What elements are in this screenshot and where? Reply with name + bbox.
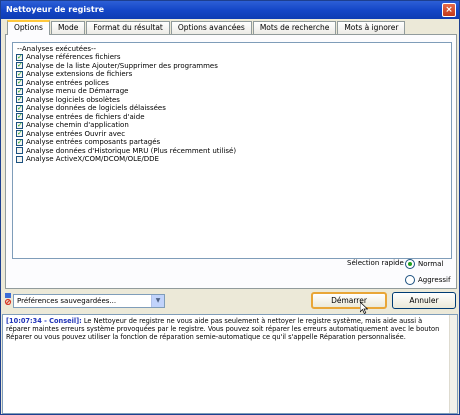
scan-option-label: Analyse menu de Démarrage [26,87,129,96]
scan-option-item[interactable]: ✓ Analyse de la liste Ajouter/Supprimer d… [16,62,236,71]
log-timestamp: [10:07:34 - Conseil]: [6,317,82,325]
chevron-down-icon[interactable]: ▼ [151,295,164,307]
scan-option-label: Analyse de la liste Ajouter/Supprimer de… [26,61,218,70]
scan-option-item[interactable]: ✓ Analyse données de logiciels délaissées [16,104,236,113]
tab-ignore-words[interactable]: Mots à ignorer [337,21,406,34]
scan-items: ✓ Analyse références fichiers ✓ Analyse de … [16,53,236,164]
tab-search-words[interactable]: Mots de recherche [252,21,337,34]
radio-normal-label: Normal [418,260,444,268]
start-button[interactable]: Démarrer [311,292,387,309]
registry-cleaner-window: Nettoyeur de registre × Options Mode For… [0,0,460,415]
scan-option-item[interactable]: ✓ Analyse logiciels obsolètes [16,96,236,105]
scan-option-item[interactable]: Analyse données d'Historique MRU (Plus r… [16,147,236,156]
scan-option-label: Analyse entrées composants partagés [26,138,161,147]
window-title: Nettoyeur de registre [6,5,105,14]
preferences-dropdown[interactable]: Préférences sauvegardées... ▼ [13,294,165,308]
tab-mode[interactable]: Mode [50,21,86,34]
quick-select-label: Sélection rapide [347,259,404,267]
scan-option-item[interactable]: Analyse ActiveX/COM/DCOM/OLE/DDE [16,155,236,164]
radio-aggressive[interactable]: Aggressif [405,275,450,285]
tab-advanced-options[interactable]: Options avancées [170,21,252,34]
scan-option-item[interactable]: ✓ Analyse entrées de fichiers d'aide [16,113,236,122]
scan-option-item[interactable]: ✓ Analyse chemin d'application [16,121,236,130]
log-output[interactable]: [10:07:34 - Conseil]: Le Nettoyeur de re… [2,314,458,414]
scan-option-label: Analyse logiciels obsolètes [26,95,120,104]
mouse-cursor-icon [360,302,368,314]
scan-option-item[interactable]: ✓ Analyse entrées Ouvrir avec [16,130,236,139]
tab-result-format[interactable]: Format du résultat [86,21,170,34]
cancel-button[interactable]: Annuler [392,292,456,309]
checkbox[interactable] [16,155,23,163]
radio-normal[interactable]: Normal [405,259,443,269]
scan-option-item[interactable]: ✓ Analyse extensions de fichiers [16,70,236,79]
list-header: --Analyses exécutées-- [17,45,97,53]
radio-aggressive-label: Aggressif [418,276,451,284]
checkbox[interactable]: ✓ [16,53,23,61]
close-icon[interactable]: × [442,3,456,17]
checkbox[interactable]: ✓ [16,121,23,129]
checkbox[interactable]: ✓ [16,70,23,78]
scan-option-item[interactable]: ✓ Analyse références fichiers [16,53,236,62]
checkbox[interactable]: ✓ [16,113,23,121]
scan-option-label: Analyse données de logiciels délaissées [26,104,166,113]
checkbox[interactable]: ✓ [16,96,23,104]
scan-option-label: Analyse ActiveX/COM/DCOM/OLE/DDE [26,155,159,164]
checkbox[interactable]: ✓ [16,87,23,95]
scan-option-item[interactable]: ✓ Analyse entrées composants partagés [16,138,236,147]
options-panel: --Analyses exécutées-- ✓ Analyse référenc… [5,34,457,289]
log-scrollbar[interactable] [449,315,457,413]
scan-option-item[interactable]: ✓ Analyse menu de Démarrage [16,87,236,96]
preferences-icon [4,293,12,305]
scan-option-label: Analyse entrées de fichiers d'aide [26,112,145,121]
scan-option-item[interactable]: ✓ Analyse entrées polices [16,79,236,88]
title-bar[interactable]: Nettoyeur de registre × [1,1,459,19]
scan-option-label: Analyse chemin d'application [26,121,129,130]
scan-option-label: Analyse références fichiers [26,53,121,62]
scan-option-label: Analyse données d'Historique MRU (Plus r… [26,146,237,155]
scan-option-label: Analyse entrées polices [26,78,109,87]
tab-options[interactable]: Options [7,20,50,35]
checkbox[interactable]: ✓ [16,79,23,87]
checkbox[interactable]: ✓ [16,62,23,70]
checkbox[interactable] [16,147,23,155]
scan-options-list[interactable]: --Analyses exécutées-- ✓ Analyse référenc… [12,42,452,259]
checkbox[interactable]: ✓ [16,104,23,112]
radio-aggressive-button[interactable] [405,275,415,285]
scan-option-label: Analyse entrées Ouvrir avec [26,129,126,138]
preferences-value: Préférences sauvegardées... [17,297,117,305]
scan-option-label: Analyse extensions de fichiers [26,70,133,79]
checkbox[interactable]: ✓ [16,138,23,146]
radio-normal-button[interactable] [405,259,415,269]
checkbox[interactable]: ✓ [16,130,23,138]
tab-strip: Options Mode Format du résultat Options … [7,20,406,35]
